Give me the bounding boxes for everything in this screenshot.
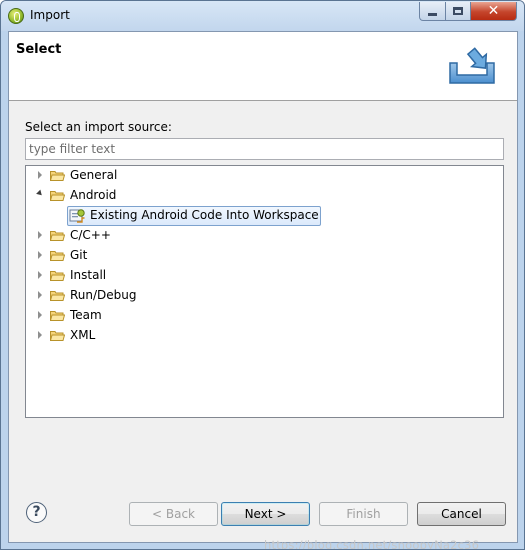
tree-item-existing-android-code[interactable]: Existing Android Code Into Workspace	[67, 206, 321, 226]
folder-icon	[50, 171, 65, 181]
expand-arrow-icon[interactable]	[38, 231, 42, 239]
help-button[interactable]: ?	[26, 502, 47, 523]
page-title: Select	[16, 42, 62, 57]
expand-arrow-icon[interactable]	[38, 271, 42, 279]
import-source-label: Select an import source:	[25, 120, 172, 134]
import-wizard-icon	[449, 47, 495, 84]
window-title: Import	[30, 8, 70, 22]
tree-item-label: Existing Android Code Into Workspace	[90, 208, 319, 222]
finish-button[interactable]: Finish	[319, 502, 408, 526]
import-source-tree[interactable]: General Android Existing Android Code In…	[25, 165, 504, 418]
expand-arrow-icon[interactable]	[38, 311, 42, 319]
tree-item-run-debug[interactable]: Run/Debug	[70, 288, 137, 302]
expand-arrow-icon[interactable]	[38, 251, 42, 259]
folder-open-icon	[50, 191, 65, 201]
tree-item-general[interactable]: General	[70, 168, 117, 182]
android-project-icon	[69, 209, 85, 223]
cancel-button[interactable]: Cancel	[417, 502, 506, 526]
eclipse-app-icon	[8, 8, 24, 24]
watermark-text: https://blog.csdn.net/snoopyNa2c36	[264, 538, 480, 550]
folder-icon	[50, 291, 65, 301]
dialog-body: Select Select an import source: General	[8, 31, 518, 549]
import-dialog: Import ✕ Select Select an import source:	[0, 0, 525, 550]
tree-item-android[interactable]: Android	[70, 188, 116, 202]
filter-input[interactable]	[25, 138, 504, 160]
tree-item-install[interactable]: Install	[70, 268, 106, 282]
wizard-header: Select	[9, 32, 517, 101]
expand-arrow-icon[interactable]	[38, 331, 42, 339]
help-icon: ?	[32, 504, 41, 520]
tree-item-xml[interactable]: XML	[70, 328, 95, 342]
maximize-icon	[453, 7, 463, 15]
maximize-button[interactable]	[445, 2, 471, 21]
title-bar[interactable]: Import ✕	[1, 1, 524, 31]
close-icon: ✕	[487, 3, 500, 19]
folder-icon	[50, 311, 65, 321]
minimize-button[interactable]	[419, 2, 446, 21]
tree-item-team[interactable]: Team	[70, 308, 102, 322]
tree-item-git[interactable]: Git	[70, 248, 87, 262]
collapse-arrow-icon[interactable]	[36, 189, 44, 198]
folder-icon	[50, 271, 65, 281]
minimize-icon	[428, 12, 437, 16]
back-button[interactable]: < Back	[129, 502, 218, 526]
close-button[interactable]: ✕	[470, 2, 517, 21]
next-button[interactable]: Next >	[221, 502, 310, 526]
folder-icon	[50, 331, 65, 341]
expand-arrow-icon[interactable]	[38, 171, 42, 179]
folder-icon	[50, 251, 65, 261]
expand-arrow-icon[interactable]	[38, 291, 42, 299]
folder-icon	[50, 231, 65, 241]
tree-item-cpp[interactable]: C/C++	[70, 228, 111, 242]
